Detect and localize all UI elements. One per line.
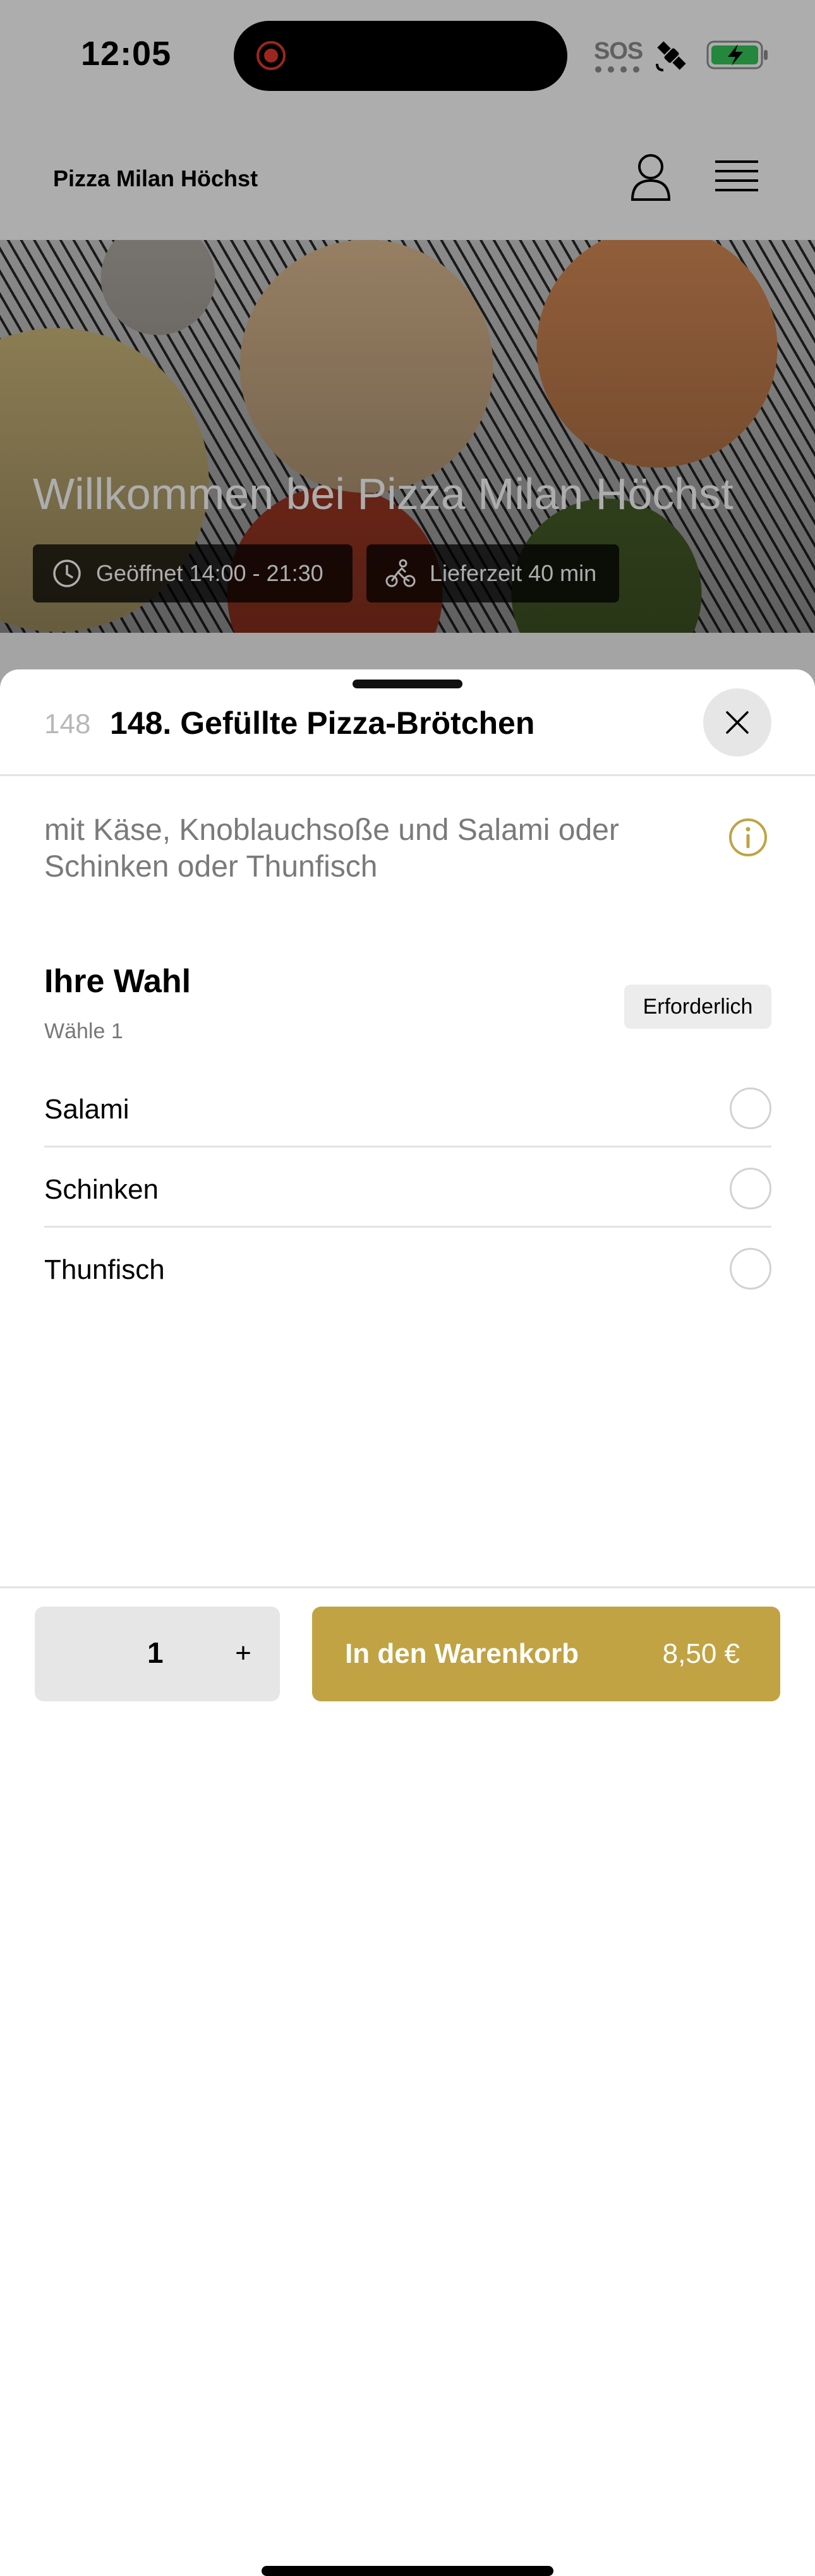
option-list: Salami Schinken Thunfisch — [44, 1067, 771, 1306]
option-salami[interactable]: Salami — [44, 1067, 771, 1147]
info-icon[interactable] — [728, 817, 768, 858]
option-label: Schinken — [44, 1174, 159, 1205]
modal-backdrop[interactable] — [0, 0, 815, 695]
radio-button[interactable] — [730, 1168, 771, 1209]
close-button[interactable] — [703, 688, 771, 757]
sheet-footer: 1 + In den Warenkorb 8,50 € — [0, 1586, 815, 2576]
increase-quantity-button[interactable]: + — [224, 1634, 262, 1672]
option-schinken[interactable]: Schinken — [44, 1147, 771, 1228]
background-app: 12:05 SOS Pizza Milan Höchst Willkommen … — [0, 0, 815, 696]
sheet-header: 148 148. Gefüllte Pizza-Brötchen — [0, 688, 815, 776]
quantity-stepper: 1 + — [35, 1607, 280, 1701]
option-thunfisch[interactable]: Thunfisch — [44, 1228, 771, 1306]
required-badge: Erforderlich — [624, 985, 771, 1029]
option-label: Salami — [44, 1094, 130, 1125]
item-title: 148. Gefüllte Pizza-Brötchen — [110, 705, 535, 741]
choice-group-title: Ihre Wahl — [44, 963, 191, 1000]
radio-button[interactable] — [730, 1087, 771, 1129]
price-label: 8,50 € — [662, 1638, 740, 1669]
quantity-value: 1 — [147, 1636, 164, 1669]
item-number: 148 — [44, 709, 91, 740]
sheet-grabber-handle[interactable] — [353, 680, 462, 688]
add-to-cart-button[interactable]: In den Warenkorb 8,50 € — [312, 1607, 780, 1701]
item-description: mit Käse, Knoblauchsoße und Salami oder … — [44, 813, 619, 884]
item-detail-sheet: 148 148. Gefüllte Pizza-Brötchen mit Käs… — [0, 669, 815, 2576]
radio-button[interactable] — [730, 1248, 771, 1290]
add-to-cart-label: In den Warenkorb — [345, 1638, 579, 1669]
close-icon — [726, 711, 749, 734]
choice-group-subtitle: Wähle 1 — [44, 1019, 123, 1043]
home-indicator[interactable] — [262, 2566, 553, 2576]
option-label: Thunfisch — [44, 1254, 165, 1285]
